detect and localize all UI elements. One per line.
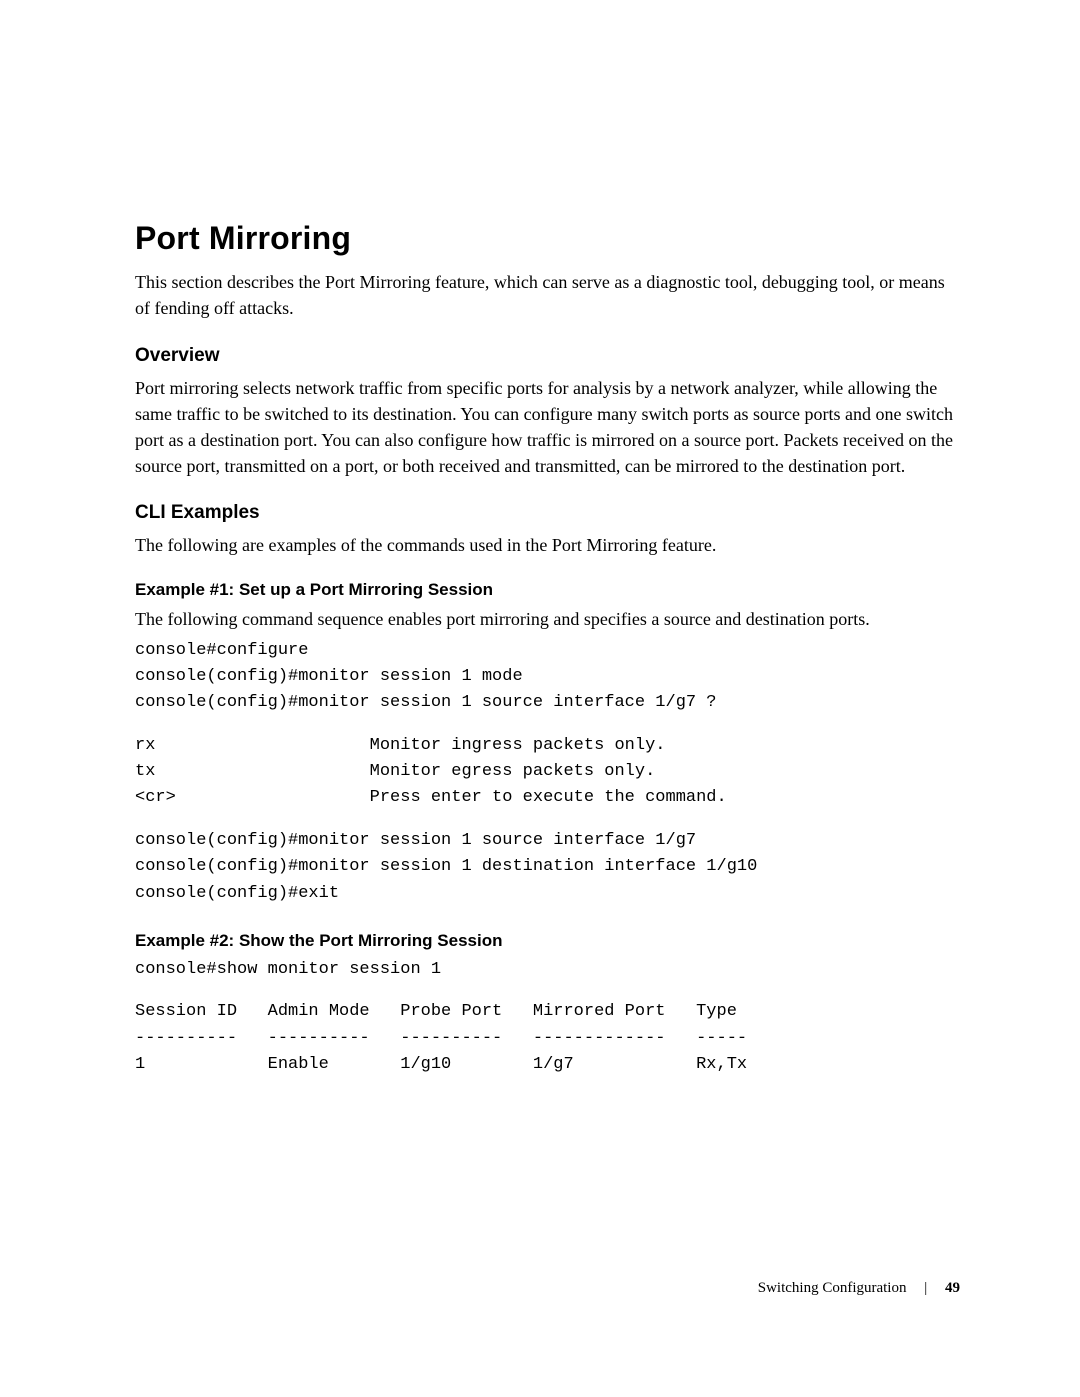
cli-heading: CLI Examples	[135, 502, 960, 524]
example1-code-block2: rx Monitor ingress packets only. tx Moni…	[135, 733, 960, 812]
cli-lead: The following are examples of the comman…	[135, 532, 960, 558]
footer-section: Switching Configuration	[758, 1280, 907, 1296]
page-footer: Switching Configuration | 49	[758, 1280, 960, 1297]
page-title: Port Mirroring	[135, 220, 960, 257]
example1-heading: Example #1: Set up a Port Mirroring Sess…	[135, 580, 960, 600]
example2-table: Session ID Admin Mode Probe Port Mirrore…	[135, 999, 960, 1078]
footer-page-number: 49	[945, 1280, 960, 1296]
footer-separator: |	[924, 1280, 927, 1296]
example2-command: console#show monitor session 1	[135, 957, 960, 983]
page: Port Mirroring This section describes th…	[0, 0, 1080, 1397]
example1-code-block3: console(config)#monitor session 1 source…	[135, 828, 960, 907]
example2-heading: Example #2: Show the Port Mirroring Sess…	[135, 931, 960, 951]
example1-code-block1: console#configure console(config)#monito…	[135, 638, 960, 717]
overview-heading: Overview	[135, 345, 960, 367]
overview-text: Port mirroring selects network traffic f…	[135, 375, 960, 479]
intro-paragraph: This section describes the Port Mirrorin…	[135, 269, 960, 321]
example1-lead: The following command sequence enables p…	[135, 606, 960, 632]
